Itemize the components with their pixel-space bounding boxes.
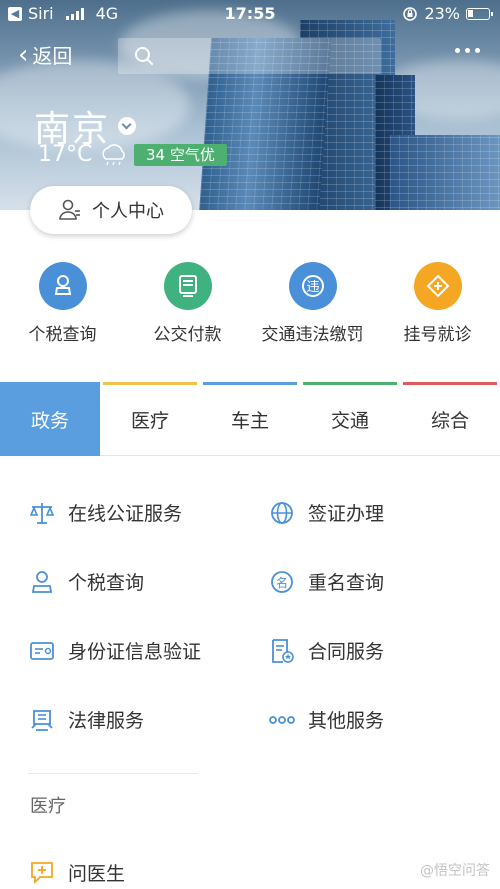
quick-item-label: 个税查询 xyxy=(28,325,97,345)
service-other[interactable]: 其他服务 xyxy=(240,685,500,754)
tab-label: 综合 xyxy=(430,409,469,432)
quick-item-label: 挂号就诊 xyxy=(403,325,472,345)
service-label: 身份证信息验证 xyxy=(68,641,202,663)
tab-label: 政务 xyxy=(30,409,69,432)
service-label: 合同服务 xyxy=(308,641,385,663)
service-visa[interactable]: 签证办理 xyxy=(240,478,500,547)
globe-icon xyxy=(271,501,293,524)
rain-cloud-icon xyxy=(102,143,126,165)
tab-car-owner[interactable]: 车主 xyxy=(200,382,300,456)
search-icon xyxy=(135,47,153,65)
scales-icon xyxy=(29,502,55,524)
chevron-left-icon: ‹ xyxy=(18,39,29,70)
person-stamp-icon xyxy=(31,570,53,593)
service-label: 在线公证服务 xyxy=(68,503,183,525)
quick-item-label: 公交付款 xyxy=(153,325,222,345)
service-name-query[interactable]: 名 重名查询 xyxy=(240,547,500,616)
contract-icon xyxy=(272,638,294,663)
quick-item-hospital[interactable]: 挂号就诊 xyxy=(375,262,500,345)
service-notary[interactable]: 在线公证服务 xyxy=(0,478,240,547)
tab-label: 车主 xyxy=(230,409,269,432)
service-contract[interactable]: 合同服务 xyxy=(240,616,500,685)
service-label: 重名查询 xyxy=(308,572,385,594)
tab-traffic[interactable]: 交通 xyxy=(300,382,400,456)
section-title-medical: 医疗 xyxy=(30,796,66,817)
service-label: 签证办理 xyxy=(308,503,385,525)
service-id-verify[interactable]: 身份证信息验证 xyxy=(0,616,240,685)
battery-percent: 23% xyxy=(424,4,460,23)
service-ask-doctor[interactable]: 问医生 xyxy=(28,858,125,886)
service-tax-query[interactable]: 个税查询 xyxy=(0,547,240,616)
skyscraper-image xyxy=(390,135,500,210)
traffic-violation-icon: 违 xyxy=(288,262,337,310)
medical-cross-icon xyxy=(413,262,462,310)
chevron-down-icon xyxy=(118,117,137,135)
svg-text:名: 名 xyxy=(276,575,288,590)
weather: 17°C xyxy=(38,142,130,167)
name-tag-icon: 名 xyxy=(271,570,293,593)
section-divider xyxy=(28,773,198,774)
back-label: 返回 xyxy=(32,44,73,68)
search-input[interactable] xyxy=(118,38,381,74)
tab-medical[interactable]: 医疗 xyxy=(100,382,200,456)
personal-center-button[interactable]: 个人中心 xyxy=(30,186,192,234)
rotation-lock-icon xyxy=(403,6,418,21)
watermark: @悟空问答 xyxy=(420,863,490,879)
personal-center-label: 个人中心 xyxy=(92,201,164,222)
chat-medical-icon xyxy=(31,862,53,885)
bus-card-icon xyxy=(163,262,212,310)
tab-general[interactable]: 综合 xyxy=(400,382,500,456)
quick-item-traffic[interactable]: 违 交通违法缴罚 xyxy=(250,262,375,345)
service-label: 法律服务 xyxy=(68,710,145,732)
quick-item-bus[interactable]: 公交付款 xyxy=(125,262,250,345)
tab-government[interactable]: 政务 xyxy=(0,382,100,456)
person-tax-icon xyxy=(38,262,87,310)
quick-item-label: 交通违法缴罚 xyxy=(261,325,364,345)
svg-text:违: 违 xyxy=(306,280,319,295)
category-tabs: 政务 医疗 车主 交通 综合 xyxy=(0,382,500,456)
service-legal[interactable]: 法律服务 xyxy=(0,685,240,754)
service-label: 问医生 xyxy=(68,862,126,885)
id-card-icon xyxy=(30,641,54,660)
court-icon xyxy=(31,709,53,731)
tab-label: 医疗 xyxy=(130,409,169,432)
tab-label: 交通 xyxy=(330,409,369,432)
quick-item-tax[interactable]: 个税查询 xyxy=(0,262,125,345)
temperature: 17°C xyxy=(38,142,93,167)
battery-icon xyxy=(466,7,493,20)
quick-services: 个税查询 公交付款 违 交通违法缴罚 挂号就诊 xyxy=(0,262,500,345)
user-icon xyxy=(59,199,80,220)
more-options-icon[interactable] xyxy=(455,48,480,53)
service-grid: 在线公证服务 签证办理 个税查询 名 重名查询 身份证信息验证 合同服务 法律服… xyxy=(0,478,500,754)
status-bar: ◀ Siri 4G 17:55 23% xyxy=(0,0,500,28)
service-label: 其他服务 xyxy=(308,710,385,732)
service-label: 个税查询 xyxy=(68,572,145,594)
more-dots-icon xyxy=(269,715,295,724)
air-quality-badge: 34 空气优 xyxy=(134,144,227,166)
back-button[interactable]: ‹ 返回 xyxy=(18,40,72,69)
